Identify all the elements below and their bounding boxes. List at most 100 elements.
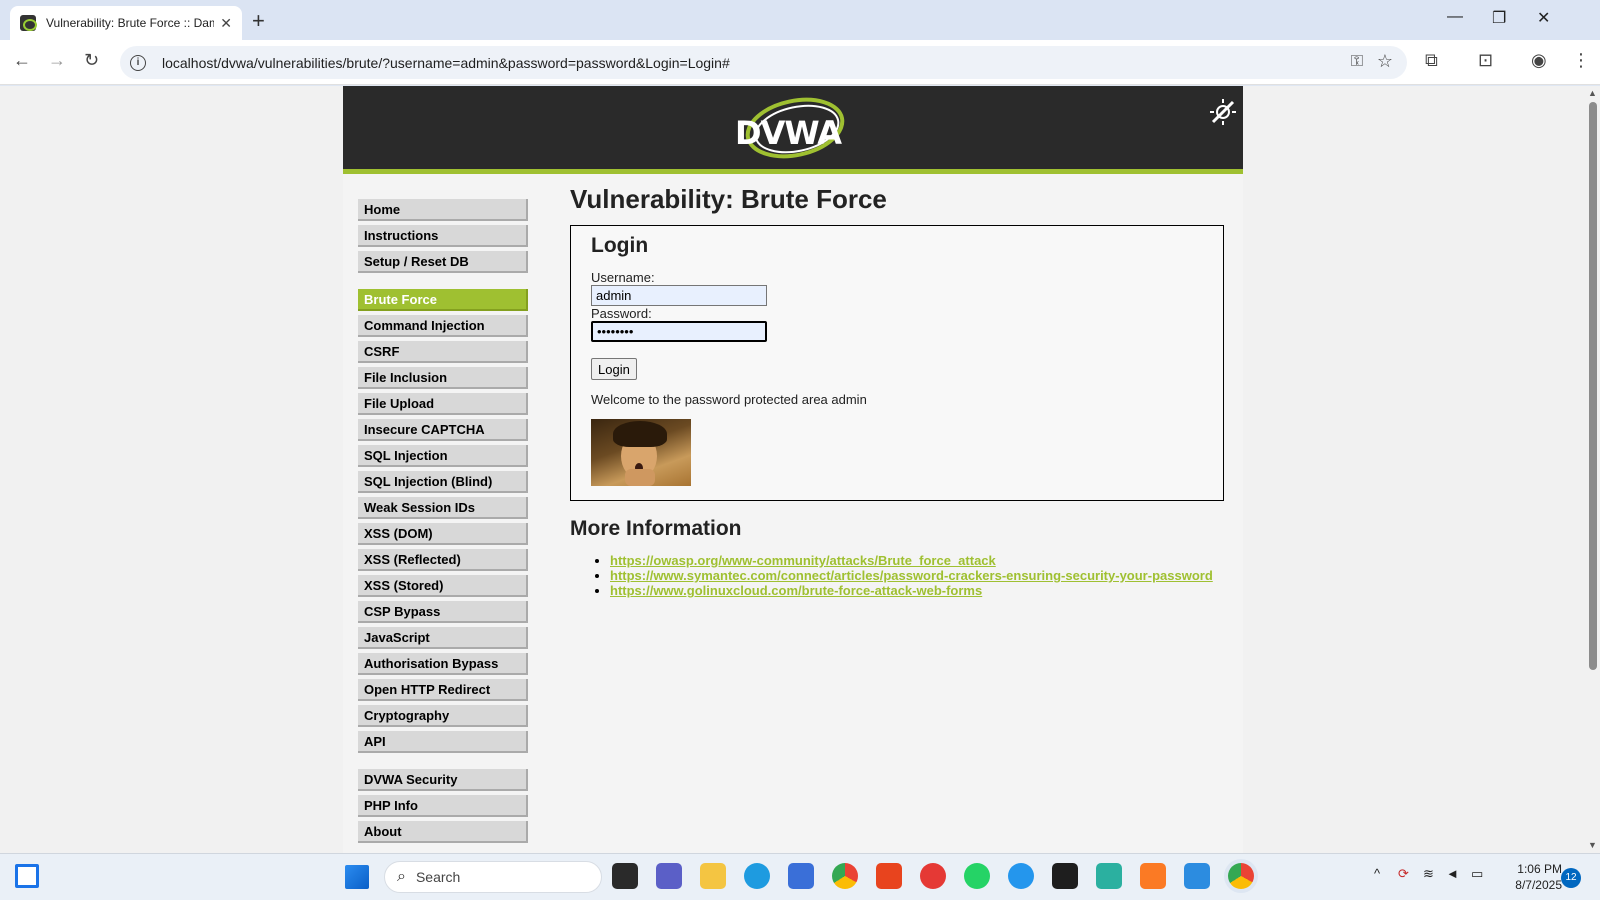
list-item: https://www.golinuxcloud.com/brute-force… xyxy=(610,583,1230,598)
reload-icon[interactable]: ↻ xyxy=(84,50,99,71)
taskbar-search[interactable]: ⌕ Search xyxy=(384,861,602,893)
menu-item-csrf[interactable]: CSRF xyxy=(358,341,528,363)
vscode-icon[interactable] xyxy=(1184,863,1210,889)
menu-item-home[interactable]: Home xyxy=(358,199,528,221)
menu-item-xss-dom[interactable]: XSS (DOM) xyxy=(358,523,528,545)
menu-item-file-upload[interactable]: File Upload xyxy=(358,393,528,415)
user-avatar-image xyxy=(591,419,691,486)
menu-item-csp-bypass[interactable]: CSP Bypass xyxy=(358,601,528,623)
menu-item-sql-injection[interactable]: SQL Injection xyxy=(358,445,528,467)
menu-group-general: Home Instructions Setup / Reset DB xyxy=(358,199,528,273)
avatar-hair xyxy=(613,421,667,447)
menu-item-command-injection[interactable]: Command Injection xyxy=(358,315,528,337)
menu-item-brute-force[interactable]: Brute Force xyxy=(358,289,528,311)
menu-item-javascript[interactable]: JavaScript xyxy=(358,627,528,649)
profile-icon[interactable]: ◉ xyxy=(1531,50,1547,71)
password-key-icon[interactable]: ⚿ xyxy=(1351,53,1363,71)
bookmark-star-icon[interactable]: ☆ xyxy=(1377,51,1393,72)
windows-start-icon[interactable] xyxy=(345,865,369,889)
minimize-icon[interactable]: — xyxy=(1447,8,1463,26)
menu-item-api[interactable]: API xyxy=(358,731,528,753)
volume-icon[interactable]: ◄ xyxy=(1446,866,1459,881)
menu-item-xss-stored[interactable]: XSS (Stored) xyxy=(358,575,528,597)
logo-text: DVWA xyxy=(735,114,842,152)
new-tab-button[interactable]: + xyxy=(252,8,265,34)
taskbar-clock[interactable]: 1:06 PM 8/7/2025 xyxy=(1500,861,1562,893)
menu-item-php-info[interactable]: PHP Info xyxy=(358,795,528,817)
search-icon: ⌕ xyxy=(397,868,406,885)
link-symantec[interactable]: https://www.symantec.com/connect/article… xyxy=(610,568,1213,583)
notification-badge[interactable]: 12 xyxy=(1561,868,1581,888)
menu-group-settings: DVWA Security PHP Info About xyxy=(358,769,528,843)
task-view-icon[interactable] xyxy=(612,863,638,889)
search-placeholder: Search xyxy=(415,869,461,885)
battery-icon[interactable]: ▭ xyxy=(1471,866,1483,882)
menu-item-instructions[interactable]: Instructions xyxy=(358,225,528,247)
theme-toggle-icon[interactable] xyxy=(1209,98,1237,126)
menu-item-xss-reflected[interactable]: XSS (Reflected) xyxy=(358,549,528,571)
docker-icon[interactable] xyxy=(1008,863,1034,889)
page-title: Vulnerability: Brute Force xyxy=(570,184,887,214)
menu-item-file-inclusion[interactable]: File Inclusion xyxy=(358,367,528,389)
list-item: https://www.symantec.com/connect/article… xyxy=(610,568,1230,583)
tab-title: Vulnerability: Brute Force :: Dam xyxy=(46,16,214,30)
menu-kebab-icon[interactable]: ⋮ xyxy=(1572,50,1590,71)
sync-icon[interactable]: ⟳ xyxy=(1398,866,1409,882)
page-scrollbar[interactable]: ▲ ▼ xyxy=(1586,86,1600,853)
dvwa-logo[interactable]: DVWA xyxy=(735,96,851,160)
back-icon[interactable]: ← xyxy=(13,50,31,71)
wifi-icon[interactable]: ≋ xyxy=(1423,866,1434,882)
scroll-up-icon[interactable]: ▲ xyxy=(1588,88,1597,98)
menu-item-dvwa-security[interactable]: DVWA Security xyxy=(358,769,528,791)
extensions-icon[interactable]: ⧉ xyxy=(1425,50,1438,71)
terminal-icon[interactable] xyxy=(1052,863,1078,889)
menu-item-cryptography[interactable]: Cryptography xyxy=(358,705,528,727)
restore-icon[interactable]: ❐ xyxy=(1492,8,1506,28)
password-label: Password: xyxy=(591,306,652,321)
wps-icon[interactable] xyxy=(920,863,946,889)
menu-item-about[interactable]: About xyxy=(358,821,528,843)
microsoft-store-icon[interactable] xyxy=(788,863,814,889)
chrome-icon[interactable] xyxy=(1228,863,1254,889)
tray-overflow-icon[interactable]: ^ xyxy=(1374,866,1380,881)
menu-item-sql-injection-blind[interactable]: SQL Injection (Blind) xyxy=(358,471,528,493)
menu-item-insecure-captcha[interactable]: Insecure CAPTCHA xyxy=(358,419,528,441)
link-owasp[interactable]: https://owasp.org/www-community/attacks/… xyxy=(610,553,996,568)
address-bar[interactable]: i localhost/dvwa/vulnerabilities/brute/?… xyxy=(120,46,1407,79)
power-automate-icon[interactable] xyxy=(1096,863,1122,889)
password-input[interactable] xyxy=(591,321,767,342)
teams-icon[interactable] xyxy=(656,863,682,889)
chrome-dev-icon[interactable] xyxy=(832,863,858,889)
menu-item-authorisation-bypass[interactable]: Authorisation Bypass xyxy=(358,653,528,675)
more-info-links: https://owasp.org/www-community/attacks/… xyxy=(570,553,1230,598)
close-window-icon[interactable]: ✕ xyxy=(1537,8,1550,28)
menu-item-setup[interactable]: Setup / Reset DB xyxy=(358,251,528,273)
link-golinuxcloud[interactable]: https://www.golinuxcloud.com/brute-force… xyxy=(610,583,982,598)
scroll-down-icon[interactable]: ▼ xyxy=(1588,840,1597,850)
forward-icon[interactable]: → xyxy=(48,50,66,71)
file-explorer-icon[interactable] xyxy=(700,863,726,889)
tab-search-icon[interactable]: ⊡ xyxy=(1478,50,1493,71)
site-info-icon[interactable]: i xyxy=(130,54,146,71)
browser-toolbar: ← → ↻ i localhost/dvwa/vulnerabilities/b… xyxy=(0,40,1600,85)
whatsapp-icon[interactable] xyxy=(964,863,990,889)
login-button[interactable]: Login xyxy=(591,358,637,380)
edge-icon[interactable] xyxy=(744,863,770,889)
scrollbar-thumb[interactable] xyxy=(1589,102,1597,670)
login-heading: Login xyxy=(591,234,649,257)
office-icon[interactable] xyxy=(876,863,902,889)
browser-tab[interactable]: Vulnerability: Brute Force :: Dam ✕ xyxy=(10,6,242,40)
username-input[interactable] xyxy=(591,285,767,306)
sidebar-menu: Home Instructions Setup / Reset DB Brute… xyxy=(358,199,528,853)
address-url[interactable]: localhost/dvwa/vulnerabilities/brute/?us… xyxy=(162,55,730,71)
avatar-hands xyxy=(625,469,655,486)
widgets-icon[interactable] xyxy=(15,864,39,888)
dvwa-favicon-icon xyxy=(20,15,37,31)
welcome-message: Welcome to the password protected area a… xyxy=(591,392,867,407)
xampp-icon[interactable] xyxy=(1140,863,1166,889)
username-label: Username: xyxy=(591,270,655,285)
os-taskbar: ⌕ Search ^ ⟳ ≋ ◄ ▭ 1:06 PM 8/7/2025 12 xyxy=(0,853,1600,900)
menu-item-weak-session-ids[interactable]: Weak Session IDs xyxy=(358,497,528,519)
menu-item-open-http-redirect[interactable]: Open HTTP Redirect xyxy=(358,679,528,701)
close-tab-icon[interactable]: ✕ xyxy=(220,15,232,32)
